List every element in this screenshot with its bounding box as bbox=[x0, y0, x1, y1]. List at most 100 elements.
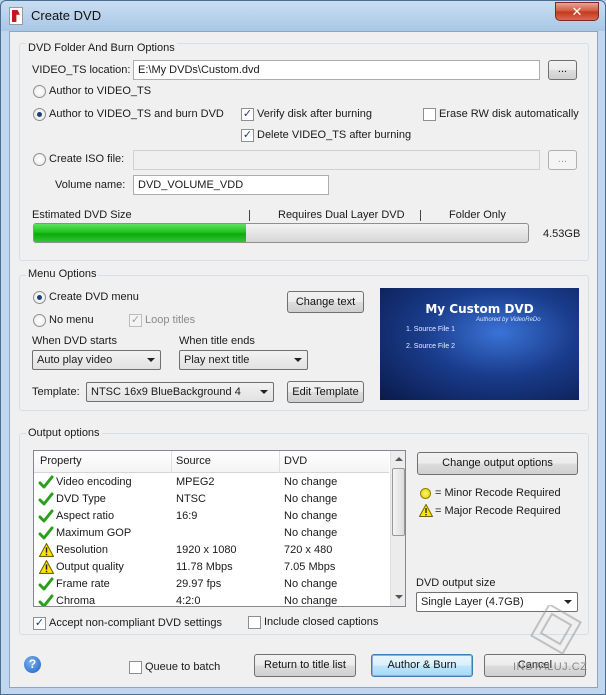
video-ts-input[interactable]: E:\My DVDs\Custom.dvd bbox=[133, 60, 540, 80]
when-title-ends-select[interactable]: Play next title bbox=[179, 350, 308, 370]
output-properties-table[interactable]: Property Source DVD Video encoding MPEG2 N… bbox=[33, 450, 406, 607]
preview-subtitle: Authored by VideoReDo bbox=[476, 317, 541, 323]
scrollbar-thumb[interactable] bbox=[392, 468, 405, 536]
erase-rw-checkbox[interactable] bbox=[423, 108, 436, 121]
accept-noncompliant-checkbox[interactable]: ✓ bbox=[33, 617, 46, 630]
warning-icon bbox=[39, 543, 54, 557]
cell-dvd: No change bbox=[284, 510, 338, 522]
template-select[interactable]: NTSC 16x9 BlueBackground 4 bbox=[86, 382, 274, 402]
column-header-dvd[interactable]: DVD bbox=[284, 455, 307, 467]
cell-dvd: No change bbox=[284, 595, 338, 607]
create-iso-label[interactable]: Create ISO file: bbox=[49, 153, 124, 165]
no-menu-label[interactable]: No menu bbox=[49, 314, 94, 326]
table-row[interactable]: Aspect ratio 16:9 No change bbox=[34, 508, 389, 525]
minor-recode-icon bbox=[420, 488, 431, 499]
watermark-text: INSTALUJ.CZ bbox=[513, 661, 588, 673]
cell-property: Chroma bbox=[56, 595, 96, 607]
create-iso-radio[interactable] bbox=[33, 153, 46, 166]
when-dvd-starts-select[interactable]: Auto play video bbox=[32, 350, 161, 370]
table-row[interactable]: DVD Type NTSC No change bbox=[34, 491, 389, 508]
verify-after-burning-label[interactable]: Verify disk after burning bbox=[257, 108, 372, 120]
queue-to-batch-checkbox[interactable] bbox=[129, 661, 142, 674]
author-burn-button[interactable]: Author & Burn bbox=[371, 654, 473, 677]
dvd-menu-preview: My Custom DVD Authored by VideoReDo 1. S… bbox=[380, 288, 579, 400]
major-recode-icon bbox=[419, 504, 433, 517]
size-marker-dual-layer bbox=[249, 210, 250, 221]
change-output-options-button[interactable]: Change output options bbox=[417, 452, 578, 475]
app-icon bbox=[9, 7, 23, 25]
check-icon bbox=[38, 594, 54, 606]
author-burn-label[interactable]: Author to VIDEO_TS and burn DVD bbox=[49, 108, 224, 120]
create-menu-radio[interactable] bbox=[33, 291, 46, 304]
cell-source: 29.97 fps bbox=[176, 578, 222, 590]
chevron-down-icon bbox=[260, 390, 268, 394]
check-icon bbox=[38, 492, 54, 506]
window-title: Create DVD bbox=[31, 8, 102, 23]
preview-item: 2. Source File 2 bbox=[406, 343, 456, 350]
table-row[interactable]: Maximum GOP No change bbox=[34, 525, 389, 542]
table-row[interactable]: Chroma 4:2:0 No change bbox=[34, 593, 389, 607]
close-button[interactable]: ✕ bbox=[555, 2, 599, 21]
change-text-button[interactable]: Change text bbox=[287, 291, 364, 313]
no-menu-radio[interactable] bbox=[33, 314, 46, 327]
create-menu-label[interactable]: Create DVD menu bbox=[49, 291, 139, 303]
column-header-source[interactable]: Source bbox=[176, 455, 211, 467]
folder-only-label: Folder Only bbox=[449, 209, 506, 221]
check-icon bbox=[38, 475, 54, 489]
accept-noncompliant-label[interactable]: Accept non-compliant DVD settings bbox=[49, 617, 222, 629]
cell-dvd: 7.05 Mbps bbox=[284, 561, 336, 573]
cell-source: 4:2:0 bbox=[176, 595, 201, 607]
table-row[interactable]: Video encoding MPEG2 No change bbox=[34, 474, 389, 491]
preview-item: 1. Source File 1 bbox=[406, 326, 456, 333]
table-row[interactable]: Resolution 1920 x 1080 720 x 480 bbox=[34, 542, 389, 559]
vertical-scrollbar[interactable] bbox=[390, 451, 405, 606]
return-to-title-list-button[interactable]: Return to title list bbox=[254, 654, 356, 677]
author-video-ts-radio[interactable] bbox=[33, 85, 46, 98]
include-captions-label[interactable]: Include closed captions bbox=[264, 616, 378, 628]
dialog-client: DVD Folder And Burn Options VIDEO_TS loc… bbox=[9, 31, 598, 688]
cell-dvd: No change bbox=[284, 527, 338, 539]
volume-name-input[interactable]: DVD_VOLUME_VDD bbox=[133, 175, 329, 195]
iso-file-input[interactable] bbox=[133, 150, 540, 170]
delete-video-ts-label[interactable]: Delete VIDEO_TS after burning bbox=[257, 129, 411, 141]
loop-titles-label[interactable]: Loop titles bbox=[145, 314, 195, 326]
table-row[interactable]: Output quality 11.78 Mbps 7.05 Mbps bbox=[34, 559, 389, 576]
scroll-down-icon[interactable] bbox=[395, 595, 403, 599]
include-captions-checkbox[interactable] bbox=[248, 616, 261, 629]
author-video-ts-label[interactable]: Author to VIDEO_TS bbox=[49, 85, 151, 97]
verify-after-burning-checkbox[interactable]: ✓ bbox=[241, 108, 254, 121]
output-size-value: Single Layer (4.7GB) bbox=[421, 596, 524, 608]
column-header-property[interactable]: Property bbox=[40, 455, 82, 467]
cell-property: Output quality bbox=[56, 561, 124, 573]
cell-dvd: No change bbox=[284, 493, 338, 505]
video-ts-browse-button[interactable]: ... bbox=[548, 60, 577, 80]
warning-icon bbox=[39, 560, 54, 574]
title-bar[interactable]: Create DVD ✕ bbox=[1, 1, 605, 31]
size-marker-folder-only bbox=[420, 210, 421, 221]
cell-source: MPEG2 bbox=[176, 476, 215, 488]
author-burn-radio[interactable] bbox=[33, 108, 46, 121]
check-icon bbox=[38, 509, 54, 523]
major-recode-legend: = Major Recode Required bbox=[435, 505, 561, 517]
erase-rw-label[interactable]: Erase RW disk automatically bbox=[439, 108, 579, 120]
loop-titles-checkbox[interactable]: ✓ bbox=[129, 314, 142, 327]
iso-browse-button[interactable]: ... bbox=[548, 150, 577, 170]
help-icon[interactable]: ? bbox=[24, 656, 41, 673]
output-options-label: Output options bbox=[26, 427, 102, 439]
scroll-up-icon[interactable] bbox=[395, 457, 403, 461]
delete-video-ts-checkbox[interactable]: ✓ bbox=[241, 129, 254, 142]
queue-to-batch-label[interactable]: Queue to batch bbox=[145, 661, 220, 673]
column-divider[interactable] bbox=[279, 451, 280, 473]
edit-template-button[interactable]: Edit Template bbox=[287, 381, 364, 403]
cell-source: 11.78 Mbps bbox=[176, 561, 233, 573]
template-label: Template: bbox=[32, 386, 80, 398]
column-divider[interactable] bbox=[171, 451, 172, 473]
table-header: Property Source DVD bbox=[34, 451, 389, 473]
cell-source: NTSC bbox=[176, 493, 206, 505]
chevron-down-icon bbox=[294, 358, 302, 362]
when-dvd-starts-label: When DVD starts bbox=[32, 335, 117, 347]
cell-source: 1920 x 1080 bbox=[176, 544, 237, 556]
cell-property: Aspect ratio bbox=[56, 510, 115, 522]
when-title-ends-label: When title ends bbox=[179, 335, 255, 347]
table-row[interactable]: Frame rate 29.97 fps No change bbox=[34, 576, 389, 593]
